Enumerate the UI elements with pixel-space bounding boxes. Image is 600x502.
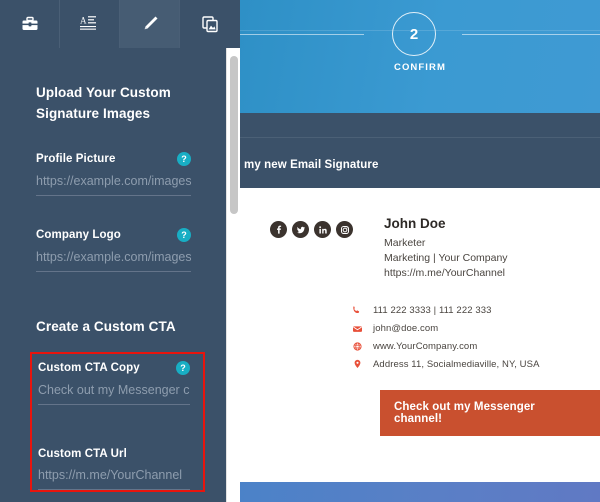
stepper-line-right [462,34,600,35]
custom-cta-url-label: Custom CTA Url [38,448,127,460]
stepper-line-left [240,34,364,35]
custom-cta-url-input[interactable]: https://m.me/YourChannel [38,467,190,490]
signature-contacts: 111 222 3333 | 111 222 333 john@doe.com [350,301,600,373]
custom-cta-copy-help-icon[interactable]: ? [176,361,190,375]
panel-scrollbar-track[interactable] [226,48,240,502]
contact-email-text[interactable]: john@doe.com [373,323,438,334]
profile-picture-help-icon[interactable]: ? [177,152,191,166]
signature-link[interactable]: https://m.me/YourChannel [384,266,508,281]
custom-cta-copy-field: Custom CTA Copy ? Check out my Messenger… [38,361,190,405]
images-tab[interactable] [180,0,240,48]
toolbox-tab[interactable] [0,0,60,48]
panel-toolbar: A [0,0,240,48]
panel-scroll-area: Upload Your Custom Signature Images Prof… [0,48,226,502]
step-label: CONFIRM [393,62,447,73]
settings-panel: A Upload Your Custom Signature Images Pr… [0,0,240,502]
step-number-badge[interactable]: 2 [392,12,436,56]
custom-cta-copy-label: Custom CTA Copy [38,362,140,374]
text-format-tab[interactable]: A [60,0,120,48]
text-format-icon: A [79,14,101,34]
signature-company: Marketing | Your Company [384,252,508,264]
company-logo-field: Company Logo ? https://example.com/image… [36,228,191,272]
contact-row-address: Address 11, Socialmediaville, NY, USA [350,355,600,373]
signature-identity: John Doe Marketer Marketing | Your Compa… [384,215,508,281]
custom-cta-copy-input[interactable]: Check out my Messenger chan [38,382,190,405]
custom-cta-url-field: Custom CTA Url https://m.me/YourChannel [38,448,190,490]
signature-name: John Doe [384,216,446,231]
contact-phone-text: 111 222 3333 | 111 222 333 [373,304,492,316]
mail-header-divider [240,137,600,138]
contact-row-phone: 111 222 3333 | 111 222 333 [350,301,600,319]
contact-row-website: www.YourCompany.com [350,337,600,355]
contact-address-text: Address 11, Socialmediaville, NY, USA [373,358,540,370]
custom-cta-copy-label-row: Custom CTA Copy ? [38,361,190,375]
twitter-icon[interactable] [292,221,309,238]
signature-editor-app: A Upload Your Custom Signature Images Pr… [0,0,600,502]
preview-footer-band [240,482,600,502]
envelope-icon [350,324,364,333]
company-logo-help-icon[interactable]: ? [177,228,191,242]
brush-tab[interactable] [120,0,180,48]
mail-subject: my new Email Signature [244,159,379,171]
company-logo-input[interactable]: https://example.com/images/n [36,249,191,272]
signature-title: Marketer [384,237,426,249]
svg-text:A: A [80,16,87,26]
profile-picture-field: Profile Picture ? https://example.com/im… [36,152,191,196]
brush-icon [139,13,161,35]
company-logo-label-row: Company Logo ? [36,228,191,242]
toolbox-icon [20,14,40,34]
social-icons [270,215,353,281]
duplicate-images-icon [200,14,220,34]
contact-row-email: john@doe.com [350,319,600,337]
facebook-icon[interactable] [270,221,287,238]
contact-website-text[interactable]: www.YourCompany.com [373,341,477,352]
email-preview: 2 CONFIRM my new Email Signature John Do… [240,0,600,502]
mail-header: my new Email Signature [240,113,600,188]
panel-body: Upload Your Custom Signature Images Prof… [0,48,240,502]
globe-icon [350,341,364,352]
custom-cta-url-label-row: Custom CTA Url [38,448,190,460]
profile-picture-input[interactable]: https://example.com/images/n [36,173,191,196]
instagram-icon[interactable] [336,221,353,238]
wizard-stepper: 2 CONFIRM [240,0,600,113]
cta-section-heading: Create a Custom CTA [36,319,176,334]
cta-button[interactable]: Check out my Messenger channel! [380,390,600,436]
phone-icon [350,305,364,315]
linkedin-icon[interactable] [314,221,331,238]
upload-section-heading: Upload Your Custom Signature Images [36,85,171,121]
signature-top-row: John Doe Marketer Marketing | Your Compa… [240,188,600,281]
panel-scrollbar-thumb[interactable] [230,56,238,214]
signature-body: John Doe Marketer Marketing | Your Compa… [240,188,600,461]
profile-picture-label-row: Profile Picture ? [36,152,191,166]
company-logo-label: Company Logo [36,229,121,241]
location-pin-icon [350,359,364,370]
profile-picture-label: Profile Picture [36,153,116,165]
